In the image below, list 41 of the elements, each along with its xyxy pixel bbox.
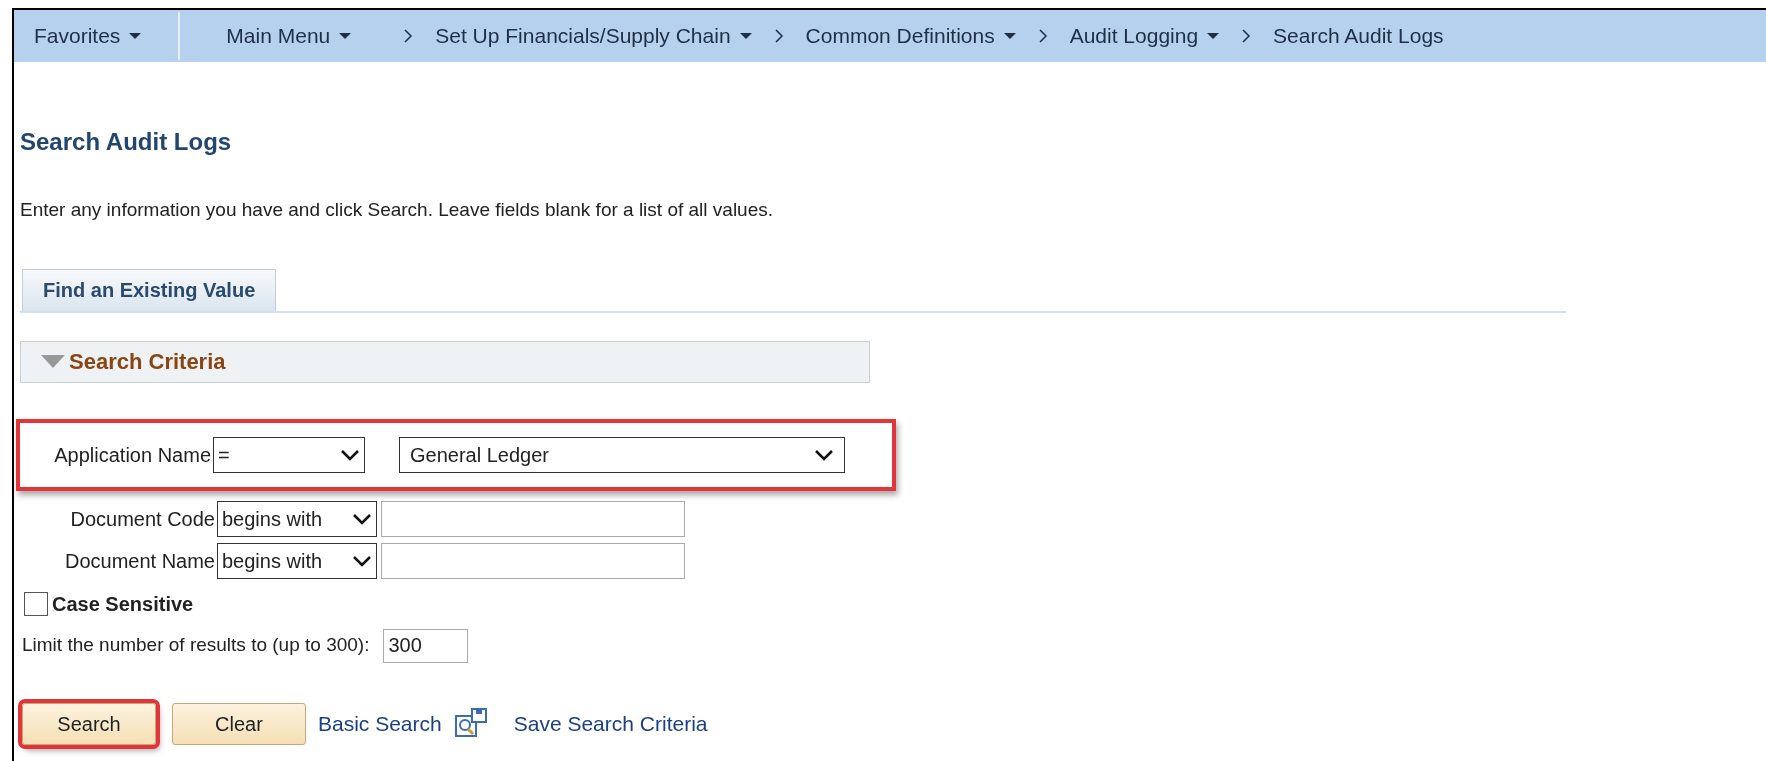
operator-dropdown[interactable]: = [213,436,365,473]
caret-icon [1206,32,1221,40]
chevron-icon [1038,29,1048,43]
chevron-icon [404,29,414,43]
menu-button[interactable]: Main Menu [226,20,353,52]
link[interactable]: Basic Search [318,707,442,740]
chevron-icon [774,29,784,43]
triangle-icon [41,354,65,369]
menu-button[interactable]: Favorites [34,20,143,52]
chevron-icon [1242,29,1252,43]
caret-icon [338,32,353,40]
operator-dropdown[interactable]: begins with [217,542,377,579]
breadcrumb-link[interactable]: Set Up Financials/Supply Chain [435,20,753,52]
dropdown-icon [814,448,834,461]
field-label: Application Name [53,442,211,468]
action-button[interactable]: Clear [172,702,306,745]
page-title: Search Audit Logs [20,127,233,157]
limit-field[interactable]: 300 [383,628,469,663]
checkbox-label: Case Sensitive [52,591,194,617]
caret-icon [1002,32,1017,40]
instructions-text: Enter any information you have and click Search. Leave fields blank for a list of all values. [20,198,774,222]
tab[interactable]: Find an Existing Value [22,268,277,311]
dropdown-icon [340,448,360,461]
input-field[interactable] [381,542,685,579]
caret-icon [128,32,143,40]
breadcrumb-link[interactable]: Common Definitions [805,20,1017,52]
caret-icon [738,32,753,40]
field-label: Document Code [69,506,215,532]
dropdown-icon [352,554,372,567]
checkbox[interactable] [24,591,48,616]
value-dropdown[interactable]: General Ledger [399,436,845,473]
dropdown-icon [352,512,372,525]
section-header[interactable]: Search Criteria [20,340,870,383]
input-field[interactable] [381,500,685,537]
breadcrumb-link[interactable]: Search Audit Logs [1273,20,1444,52]
breadcrumb-link[interactable]: Audit Logging [1069,20,1221,52]
save-search-icon[interactable] [453,707,488,740]
operator-dropdown[interactable]: begins with [217,500,377,537]
link[interactable]: Save Search Criteria [513,707,708,740]
field-label: Document Name [63,548,215,574]
limit-label: Limit the number of results to (up to 300): [22,633,370,658]
